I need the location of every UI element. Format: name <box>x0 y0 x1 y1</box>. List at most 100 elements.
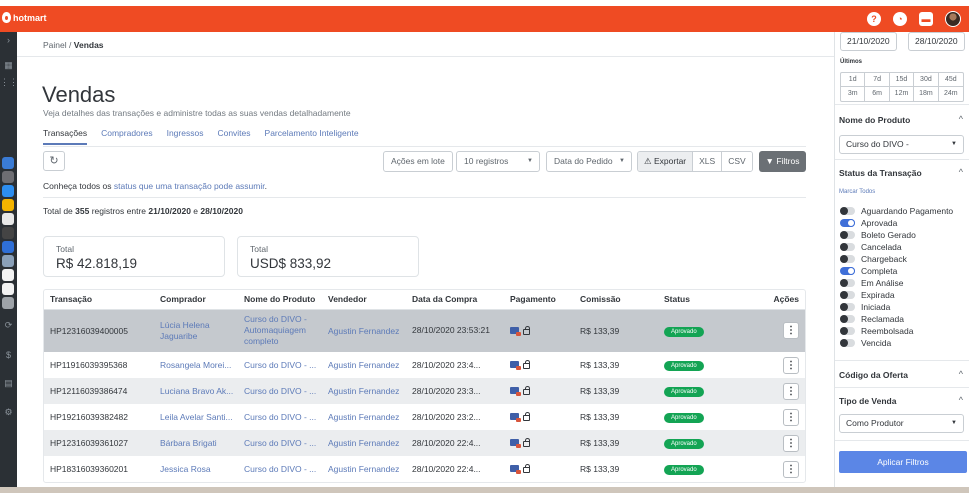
app-icon[interactable] <box>2 227 14 239</box>
status-toggle-iniciada[interactable]: Iniciada <box>840 301 953 313</box>
status-toggle-vencida[interactable]: Vencida <box>840 337 953 349</box>
status-toggle-aguardando[interactable]: Aguardando Pagamento <box>840 205 953 217</box>
seller-link[interactable]: Agustin Fernandez <box>322 352 406 378</box>
row-actions-button[interactable]: ⋮ <box>783 382 799 400</box>
notes-icon[interactable] <box>2 213 14 225</box>
status-toggle-reclamada[interactable]: Reclamada <box>840 313 953 325</box>
trash-icon[interactable] <box>2 297 14 309</box>
mail-icon[interactable] <box>2 241 14 253</box>
tab-ingressos[interactable]: Ingressos <box>167 128 204 145</box>
table-row[interactable]: HP19216039382482 Leila Avelar Santi... C… <box>44 404 805 430</box>
status-toggle-aprovada[interactable]: Aprovada <box>840 217 953 229</box>
table-row[interactable]: HP12316039400005 Lúcia Helena Jaguaribe … <box>44 309 805 352</box>
toggle-switch[interactable] <box>840 327 855 335</box>
row-actions-button[interactable]: ⋮ <box>783 408 799 426</box>
column-header[interactable]: Nome do Produto <box>238 290 322 310</box>
product-link[interactable]: Curso do DIVO - ... <box>238 456 322 482</box>
money-icon[interactable]: $ <box>0 347 17 364</box>
date-to-input[interactable]: 28/10/2020 <box>908 32 965 51</box>
chevron-up-icon[interactable]: ^ <box>959 114 963 124</box>
chevron-up-icon[interactable]: ^ <box>959 167 963 177</box>
seller-link[interactable]: Agustin Fernandez <box>322 309 406 352</box>
period-button[interactable]: 24m <box>939 87 963 101</box>
export-xls-button[interactable]: XLS <box>692 152 722 171</box>
page-size-select[interactable]: 10 registros ▼ <box>456 151 540 172</box>
table-row[interactable]: HP12316039361027 Bárbara Brigati Curso d… <box>44 430 805 456</box>
seller-link[interactable]: Agustin Fernandez <box>322 456 406 482</box>
document-icon[interactable] <box>2 269 14 281</box>
seller-link[interactable]: Agustin Fernandez <box>322 404 406 430</box>
app-icon[interactable] <box>2 255 14 267</box>
status-toggle-completa[interactable]: Completa <box>840 265 953 277</box>
chevron-up-icon[interactable]: ^ <box>959 395 963 405</box>
sale-type-filter-title[interactable]: Tipo de Venda <box>839 396 896 406</box>
filters-button[interactable]: ▼ Filtros <box>759 151 806 172</box>
breadcrumb-painel[interactable]: Painel <box>43 40 67 50</box>
buyer-link[interactable]: Jessica Rosa <box>154 456 238 482</box>
column-header[interactable]: Comissão <box>574 290 658 310</box>
period-button[interactable]: 3m <box>841 87 866 101</box>
product-link[interactable]: Curso do DIVO - ... <box>238 430 322 456</box>
period-button[interactable]: 6m <box>865 87 890 101</box>
finder-icon[interactable] <box>2 157 14 169</box>
toggle-switch[interactable] <box>840 267 855 275</box>
product-link[interactable]: Curso do DIVO - ... <box>238 378 322 404</box>
buyer-link[interactable]: Bárbara Brigati <box>154 430 238 456</box>
chart-icon[interactable]: ▤ <box>0 375 17 392</box>
toggle-switch[interactable] <box>840 255 855 263</box>
avatar[interactable] <box>945 11 961 27</box>
period-button[interactable]: 12m <box>890 87 915 101</box>
row-actions-button[interactable]: ⋮ <box>783 460 799 478</box>
seller-link[interactable]: Agustin Fernandez <box>322 430 406 456</box>
row-actions-button[interactable]: ⋮ <box>783 322 799 340</box>
column-header[interactable]: Status <box>658 290 732 310</box>
status-toggle-em-analise[interactable]: Em Análise <box>840 277 953 289</box>
row-actions-button[interactable]: ⋮ <box>783 356 799 374</box>
refresh-button[interactable]: ↻ <box>43 151 65 171</box>
buyer-link[interactable]: Luciana Bravo Ak... <box>154 378 238 404</box>
settings-icon[interactable]: ⚙ <box>0 404 17 421</box>
product-filter-title[interactable]: Nome do Produto <box>839 115 910 125</box>
export-csv-button[interactable]: CSV <box>721 152 752 171</box>
status-toggle-cancelada[interactable]: Cancelada <box>840 241 953 253</box>
status-toggle-expirada[interactable]: Expirada <box>840 289 953 301</box>
date-from-input[interactable]: 21/10/2020 <box>840 32 897 51</box>
document-icon[interactable] <box>2 283 14 295</box>
table-row[interactable]: HP12116039386474 Luciana Bravo Ak... Cur… <box>44 378 805 404</box>
row-actions-button[interactable]: ⋮ <box>783 434 799 452</box>
bulk-actions-button[interactable]: Ações em lote <box>383 151 453 172</box>
column-header[interactable]: Vendedor <box>322 290 406 310</box>
table-row[interactable]: HP18316039360201 Jessica Rosa Curso do D… <box>44 456 805 482</box>
toggle-switch[interactable] <box>840 315 855 323</box>
product-select[interactable]: Curso do DIVO - ▼ <box>839 135 964 154</box>
toggle-switch[interactable] <box>840 291 855 299</box>
period-button[interactable]: 15d <box>889 73 915 87</box>
status-info-link[interactable]: status que uma transação pode assumir <box>114 181 265 191</box>
column-header[interactable]: Comprador <box>154 290 238 310</box>
safari-icon[interactable] <box>2 185 14 197</box>
buyer-link[interactable]: Lúcia Helena Jaguaribe <box>154 309 238 352</box>
refresh-nav-icon[interactable]: ⟳ <box>0 317 17 334</box>
tab-compradores[interactable]: Compradores <box>101 128 153 145</box>
period-button[interactable]: 7d <box>865 73 890 87</box>
grid-icon[interactable]: ⋮⋮ <box>0 74 18 91</box>
toggle-switch[interactable] <box>840 219 855 227</box>
status-filter-title[interactable]: Status da Transação <box>839 168 922 178</box>
toggle-switch[interactable] <box>840 243 855 251</box>
expand-chevron-icon[interactable]: › <box>0 32 17 49</box>
launchpad-icon[interactable] <box>2 171 14 183</box>
column-header[interactable]: Data da Compra <box>406 290 504 310</box>
select-all-link[interactable]: Marcar Todos <box>839 189 875 195</box>
product-link[interactable]: Curso do DIVO - ... <box>238 404 322 430</box>
tab-transacoes[interactable]: Transações <box>43 128 88 145</box>
status-toggle-reembolsada[interactable]: Reembolsada <box>840 325 953 337</box>
chevron-up-icon[interactable]: ^ <box>959 369 963 379</box>
buyer-link[interactable]: Leila Avelar Santi... <box>154 404 238 430</box>
product-link[interactable]: Curso do DIVO - ... <box>238 352 322 378</box>
sale-type-select[interactable]: Como Produtor ▼ <box>839 414 964 433</box>
chat-icon[interactable]: ▬ <box>919 12 933 26</box>
buyer-link[interactable]: Rosangela Morei... <box>154 352 238 378</box>
toggle-switch[interactable] <box>840 303 855 311</box>
period-button[interactable]: 18m <box>914 87 939 101</box>
notification-icon[interactable]: ◔ <box>893 12 907 26</box>
